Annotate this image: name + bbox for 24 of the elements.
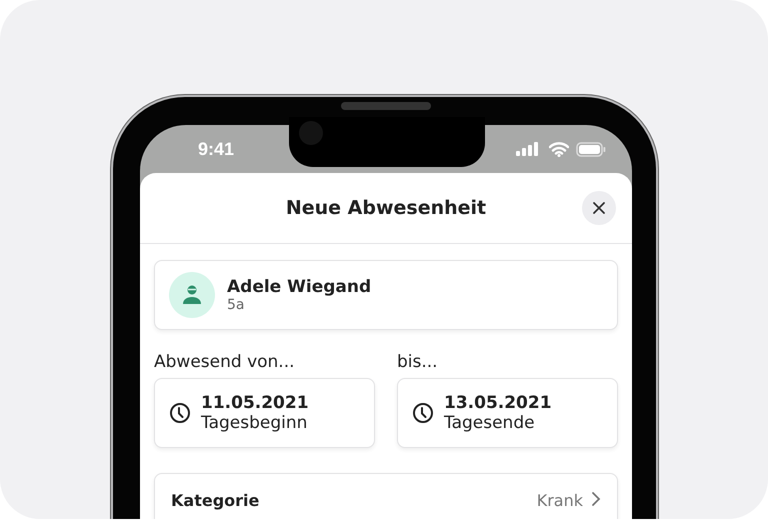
sheet-title: Neue Abwesenheit [286, 197, 486, 219]
date-label: Abwesend von... [154, 352, 296, 372]
student-card[interactable]: Adele Wiegand 5a [154, 260, 618, 330]
clock-icon [412, 402, 434, 424]
clock-icon [169, 402, 191, 424]
time-value: Tagesende [444, 413, 536, 433]
time-value: Tagesbeginn [201, 413, 308, 433]
category-value: Krank [536, 491, 583, 510]
student-name: Adele Wiegand [227, 277, 372, 297]
wifi-icon [549, 142, 569, 156]
close-button[interactable] [582, 191, 616, 225]
student-class: 5a [227, 297, 246, 313]
avatar-icon [169, 272, 215, 318]
date-picker[interactable]: 11.05.2021 Tagesbeginn [154, 378, 375, 448]
category-row[interactable]: Kategorie Krank [154, 473, 618, 519]
battery-icon [576, 142, 606, 156]
status-time: 9:41 [198, 138, 234, 160]
date-picker[interactable]: 13.05.2021 Tagesende [397, 378, 618, 448]
category-label: Kategorie [171, 491, 260, 510]
close-icon [592, 201, 606, 215]
chevron-right-icon [591, 491, 601, 507]
date-value: 13.05.2021 [444, 393, 552, 413]
date-value: 11.05.2021 [201, 393, 309, 413]
date-label: bis... [397, 352, 439, 372]
